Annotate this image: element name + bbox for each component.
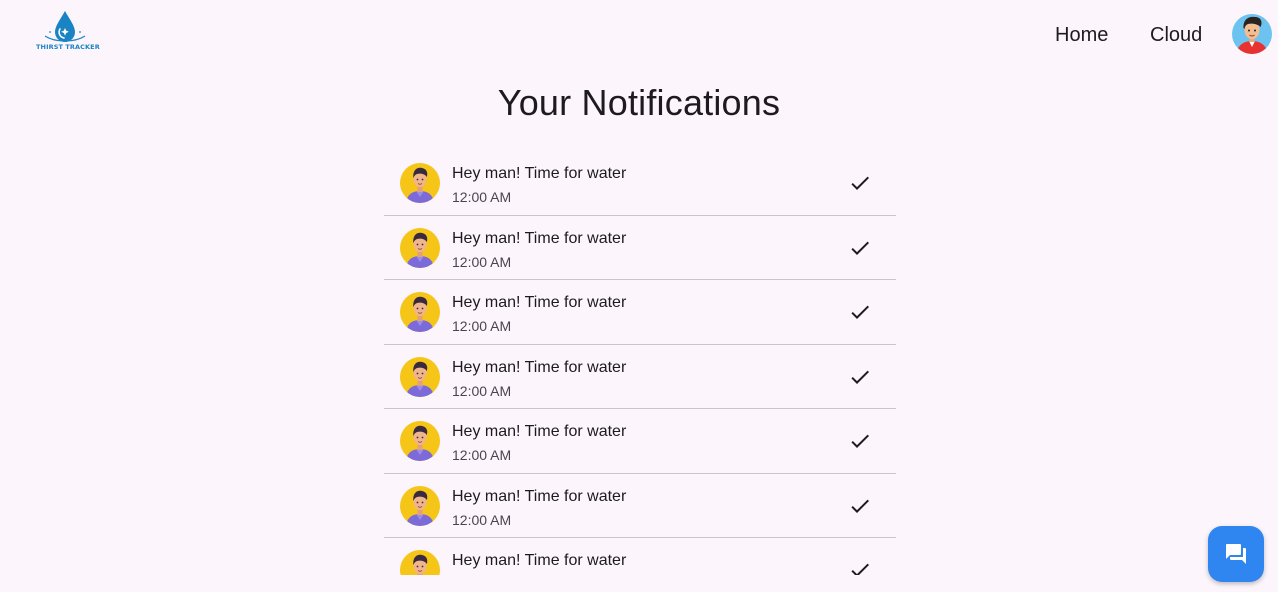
check-icon[interactable] bbox=[848, 300, 872, 324]
water-drop-icon bbox=[44, 11, 86, 42]
notification-item[interactable]: Hey man! Time for water 12:00 AM bbox=[384, 345, 896, 409]
chat-fab-button[interactable] bbox=[1208, 526, 1264, 582]
notification-message: Hey man! Time for water bbox=[452, 358, 627, 376]
check-icon[interactable] bbox=[848, 236, 872, 260]
nav-cloud-link[interactable]: Cloud bbox=[1150, 22, 1202, 48]
notification-item[interactable]: Hey man! Time for water 12:00 AM bbox=[384, 474, 896, 538]
notification-item[interactable]: Hey man! Time for water 12:00 AM bbox=[384, 409, 896, 474]
notification-message: Hey man! Time for water bbox=[452, 552, 627, 569]
top-app-bar: THIRST TRACKER Home Cloud bbox=[0, 0, 1278, 70]
sender-avatar bbox=[400, 292, 440, 332]
notification-item[interactable]: Hey man! Time for water 12:00 AM bbox=[384, 216, 896, 280]
user-avatar-icon bbox=[400, 421, 440, 461]
notification-item[interactable]: Hey man! Time for water 12:00 AM bbox=[384, 151, 896, 216]
check-icon[interactable] bbox=[848, 558, 872, 575]
user-avatar-icon bbox=[400, 356, 440, 397]
notification-time: 12:00 AM bbox=[452, 318, 512, 334]
check-icon[interactable] bbox=[848, 171, 872, 195]
notification-message: Hey man! Time for water bbox=[452, 294, 627, 311]
sender-avatar bbox=[400, 227, 440, 268]
notification-item[interactable]: Hey man! Time for water 12:00 AM bbox=[384, 280, 896, 345]
logo-wordmark: THIRST TRACKER bbox=[36, 43, 100, 51]
check-icon[interactable] bbox=[848, 429, 872, 453]
sender-avatar bbox=[400, 163, 440, 203]
notification-message: Hey man! Time for water bbox=[452, 487, 627, 505]
check-icon[interactable] bbox=[848, 365, 872, 389]
notification-message: Hey man! Time for water bbox=[452, 229, 627, 247]
notification-time: 12:00 AM bbox=[452, 253, 512, 270]
chat-icon bbox=[1226, 544, 1246, 564]
user-avatar-icon bbox=[400, 485, 440, 526]
user-avatar-icon bbox=[400, 163, 440, 203]
notification-message: Hey man! Time for water bbox=[452, 423, 627, 440]
notification-time: 12:00 AM bbox=[452, 189, 512, 205]
app: THIRST TRACKER Home Cloud Your Notificat… bbox=[0, 0, 1278, 592]
notification-time: 12:00 AM bbox=[452, 447, 512, 463]
notifications-list[interactable]: Hey man! Time for water 12:00 AM Hey man… bbox=[384, 151, 896, 575]
sender-avatar bbox=[400, 356, 440, 397]
page-title: Your Notifications bbox=[497, 82, 781, 123]
user-avatar-icon bbox=[400, 292, 440, 332]
user-avatar-icon bbox=[400, 227, 440, 268]
sender-avatar bbox=[400, 485, 440, 526]
sender-avatar bbox=[400, 550, 440, 575]
nav-home-link[interactable]: Home bbox=[1055, 22, 1108, 48]
check-icon[interactable] bbox=[848, 494, 872, 518]
notification-time: 12:00 AM bbox=[452, 511, 512, 528]
thirst-tracker-logo[interactable]: THIRST TRACKER bbox=[36, 10, 100, 58]
profile-avatar[interactable] bbox=[1232, 14, 1272, 54]
user-avatar-icon bbox=[400, 550, 440, 575]
profile-avatar-icon bbox=[1232, 14, 1272, 54]
sender-avatar bbox=[400, 421, 440, 461]
notification-item[interactable]: Hey man! Time for water 12:00 AM bbox=[384, 538, 896, 575]
notification-message: Hey man! Time for water bbox=[452, 165, 627, 182]
notification-time: 12:00 AM bbox=[452, 382, 512, 399]
